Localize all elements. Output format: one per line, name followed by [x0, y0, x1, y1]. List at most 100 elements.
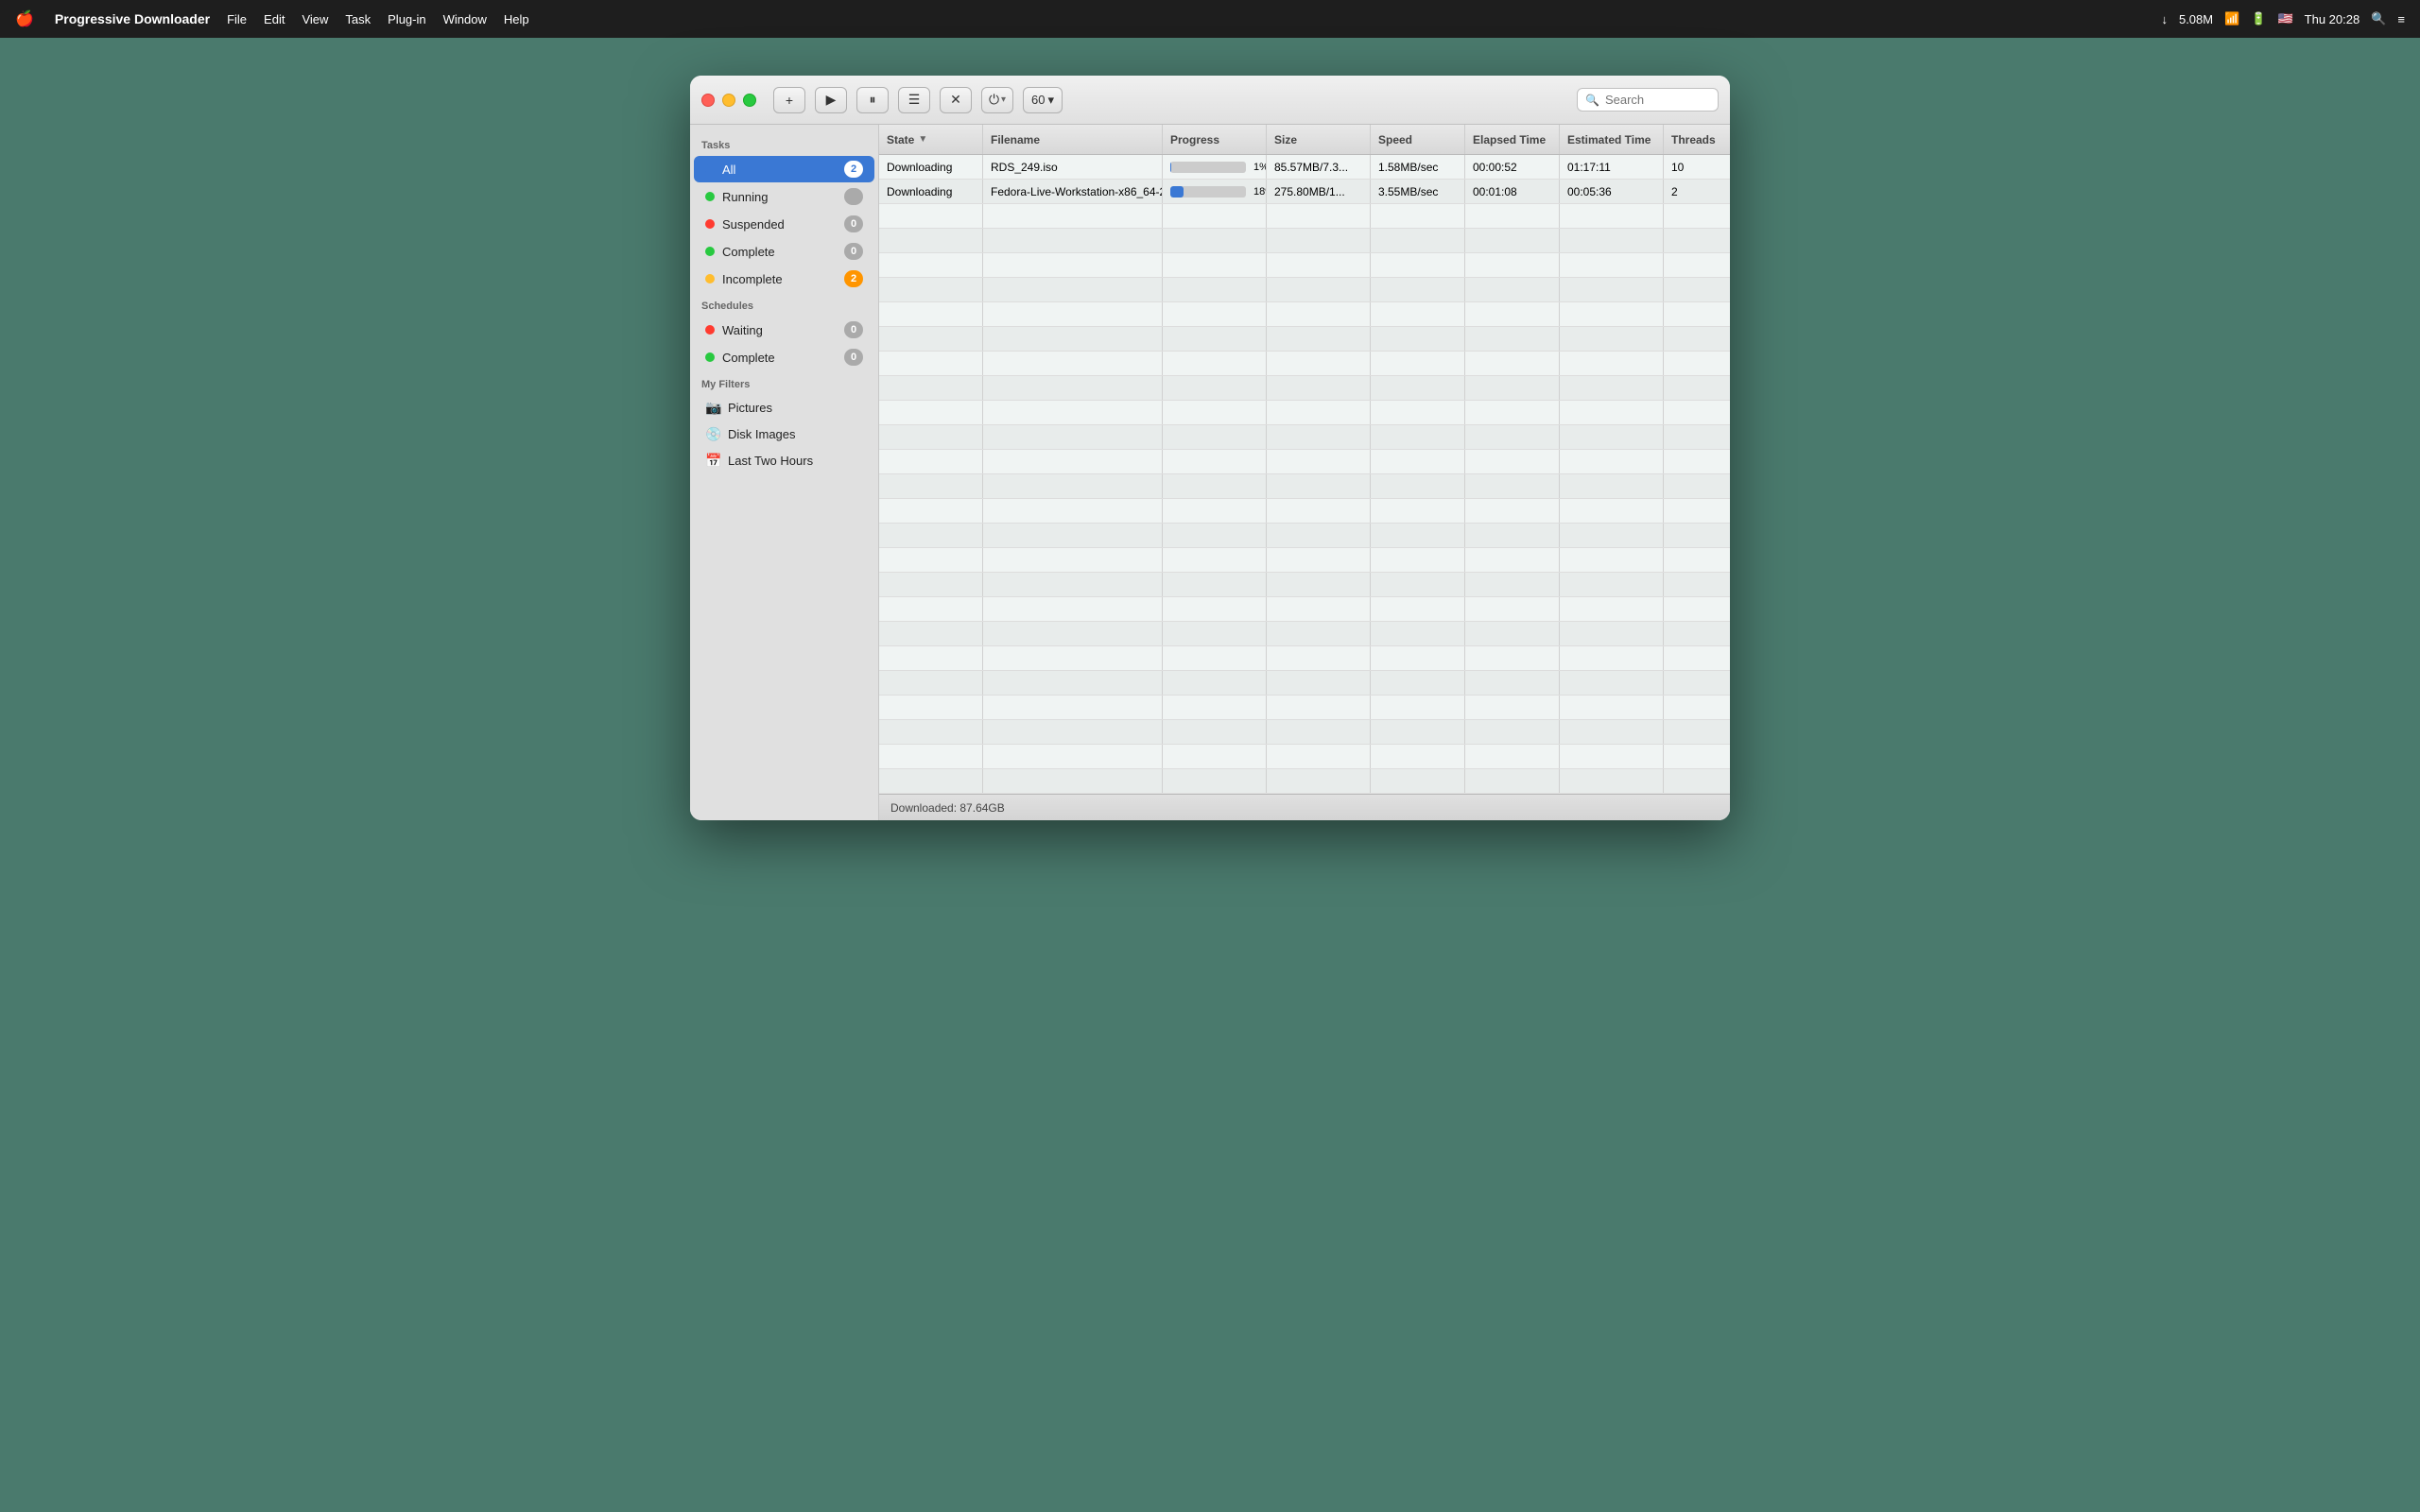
col-header-elapsed[interactable]: Elapsed Time: [1465, 125, 1560, 154]
empty-cell: [1560, 573, 1664, 596]
empty-cell: [1560, 499, 1664, 523]
apple-logo-icon[interactable]: 🍎: [15, 9, 34, 28]
minimize-button[interactable]: [722, 94, 735, 107]
row2-threads: 2: [1664, 180, 1730, 203]
empty-cell: [1371, 253, 1465, 277]
empty-cell: [983, 745, 1163, 768]
row1-progress: 1%: [1163, 155, 1267, 179]
close-button[interactable]: [701, 94, 715, 107]
empty-cell: [1664, 573, 1730, 596]
search-box[interactable]: 🔍: [1577, 88, 1719, 112]
empty-table-row: [879, 401, 1730, 425]
empty-table-row: [879, 253, 1730, 278]
empty-cell: [1465, 745, 1560, 768]
empty-cell: [879, 229, 983, 252]
table-row[interactable]: Downloading RDS_249.iso 1% 85.57MB/7.3..…: [879, 155, 1730, 180]
row2-progress-fill: [1170, 186, 1184, 198]
empty-cell: [1371, 425, 1465, 449]
empty-cell: [1560, 278, 1664, 301]
menu-file[interactable]: File: [227, 12, 247, 26]
running-badge: [844, 188, 863, 205]
empty-cell: [879, 253, 983, 277]
search-menubar-icon[interactable]: 🔍: [2371, 11, 2386, 26]
speed-button[interactable]: 60 ▾: [1023, 87, 1063, 113]
sidebar-item-waiting[interactable]: Waiting 0: [694, 317, 874, 343]
row1-progress-bar: [1170, 162, 1246, 173]
empty-cell: [1267, 597, 1371, 621]
col-header-estimated[interactable]: Estimated Time: [1560, 125, 1664, 154]
pause-button[interactable]: ⏸: [856, 87, 889, 113]
row1-elapsed: 00:00:52: [1465, 155, 1560, 179]
menu-plugin[interactable]: Plug-in: [388, 12, 425, 26]
empty-cell: [1163, 425, 1267, 449]
play-button[interactable]: ▶: [815, 87, 847, 113]
col-header-progress[interactable]: Progress: [1163, 125, 1267, 154]
add-button[interactable]: +: [773, 87, 805, 113]
empty-cell: [1560, 474, 1664, 498]
empty-cell: [879, 769, 983, 793]
sidebar-item-pictures[interactable]: 📷 Pictures: [694, 395, 874, 421]
empty-cell: [983, 597, 1163, 621]
empty-cell: [1267, 204, 1371, 228]
col-header-filename[interactable]: Filename: [983, 125, 1163, 154]
menu-window[interactable]: Window: [443, 12, 487, 26]
empty-cell: [1664, 671, 1730, 695]
row1-threads: 10: [1664, 155, 1730, 179]
empty-cell: [1560, 302, 1664, 326]
empty-cell: [1371, 401, 1465, 424]
empty-cell: [983, 696, 1163, 719]
list-button[interactable]: ☰: [898, 87, 930, 113]
empty-table-row: [879, 597, 1730, 622]
empty-cell: [1560, 401, 1664, 424]
incomplete-dot-icon: [705, 274, 715, 284]
col-header-state[interactable]: State ▼: [879, 125, 983, 154]
empty-cell: [1267, 745, 1371, 768]
empty-cell: [1267, 671, 1371, 695]
row2-progress-bar: [1170, 186, 1246, 198]
empty-cell: [1163, 204, 1267, 228]
sidebar-item-incomplete[interactable]: Incomplete 2: [694, 266, 874, 292]
power-button[interactable]: ⏻ ▾: [981, 87, 1013, 113]
empty-table-row: [879, 548, 1730, 573]
sidebar-item-all[interactable]: All 2: [694, 156, 874, 182]
empty-cell: [1560, 229, 1664, 252]
empty-cell: [983, 204, 1163, 228]
sidebar-item-complete-sched[interactable]: Complete 0: [694, 344, 874, 370]
disk-images-icon: 💿: [705, 426, 720, 442]
download-speed: 5.08M: [2179, 12, 2213, 26]
empty-cell: [1163, 376, 1267, 400]
sidebar-item-complete-tasks[interactable]: Complete 0: [694, 238, 874, 265]
empty-cell: [1560, 745, 1664, 768]
pictures-icon: 📷: [705, 400, 720, 416]
complete-sched-badge: 0: [844, 349, 863, 366]
empty-cell: [983, 524, 1163, 547]
tasks-section-label: Tasks: [690, 132, 878, 155]
waiting-dot-icon: [705, 325, 715, 335]
menu-task[interactable]: Task: [345, 12, 371, 26]
row1-progress-label: 1%: [1253, 162, 1267, 173]
empty-cell: [1371, 622, 1465, 645]
search-input[interactable]: [1605, 93, 1710, 107]
maximize-button[interactable]: [743, 94, 756, 107]
empty-cell: [1465, 450, 1560, 473]
sidebar-item-running[interactable]: Running: [694, 183, 874, 210]
table-row[interactable]: Downloading Fedora-Live-Workstation-x86_…: [879, 180, 1730, 204]
col-header-threads[interactable]: Threads: [1664, 125, 1730, 154]
all-dot-icon: [705, 164, 715, 174]
menu-help[interactable]: Help: [504, 12, 529, 26]
col-header-size[interactable]: Size: [1267, 125, 1371, 154]
control-strip-icon[interactable]: ≡: [2397, 12, 2405, 26]
col-header-speed[interactable]: Speed: [1371, 125, 1465, 154]
menu-view[interactable]: View: [302, 12, 328, 26]
empty-cell: [1465, 401, 1560, 424]
menu-edit[interactable]: Edit: [264, 12, 285, 26]
traffic-lights: [701, 94, 756, 107]
flag-icon: 🇺🇸: [2277, 11, 2292, 26]
sidebar-item-last-two-hours[interactable]: 📅 Last Two Hours: [694, 448, 874, 473]
sidebar-item-suspended[interactable]: Suspended 0: [694, 211, 874, 237]
empty-cell: [1465, 622, 1560, 645]
close-task-button[interactable]: ✕: [940, 87, 972, 113]
empty-cell: [879, 425, 983, 449]
sidebar-item-disk-images[interactable]: 💿 Disk Images: [694, 421, 874, 447]
empty-cell: [1465, 278, 1560, 301]
